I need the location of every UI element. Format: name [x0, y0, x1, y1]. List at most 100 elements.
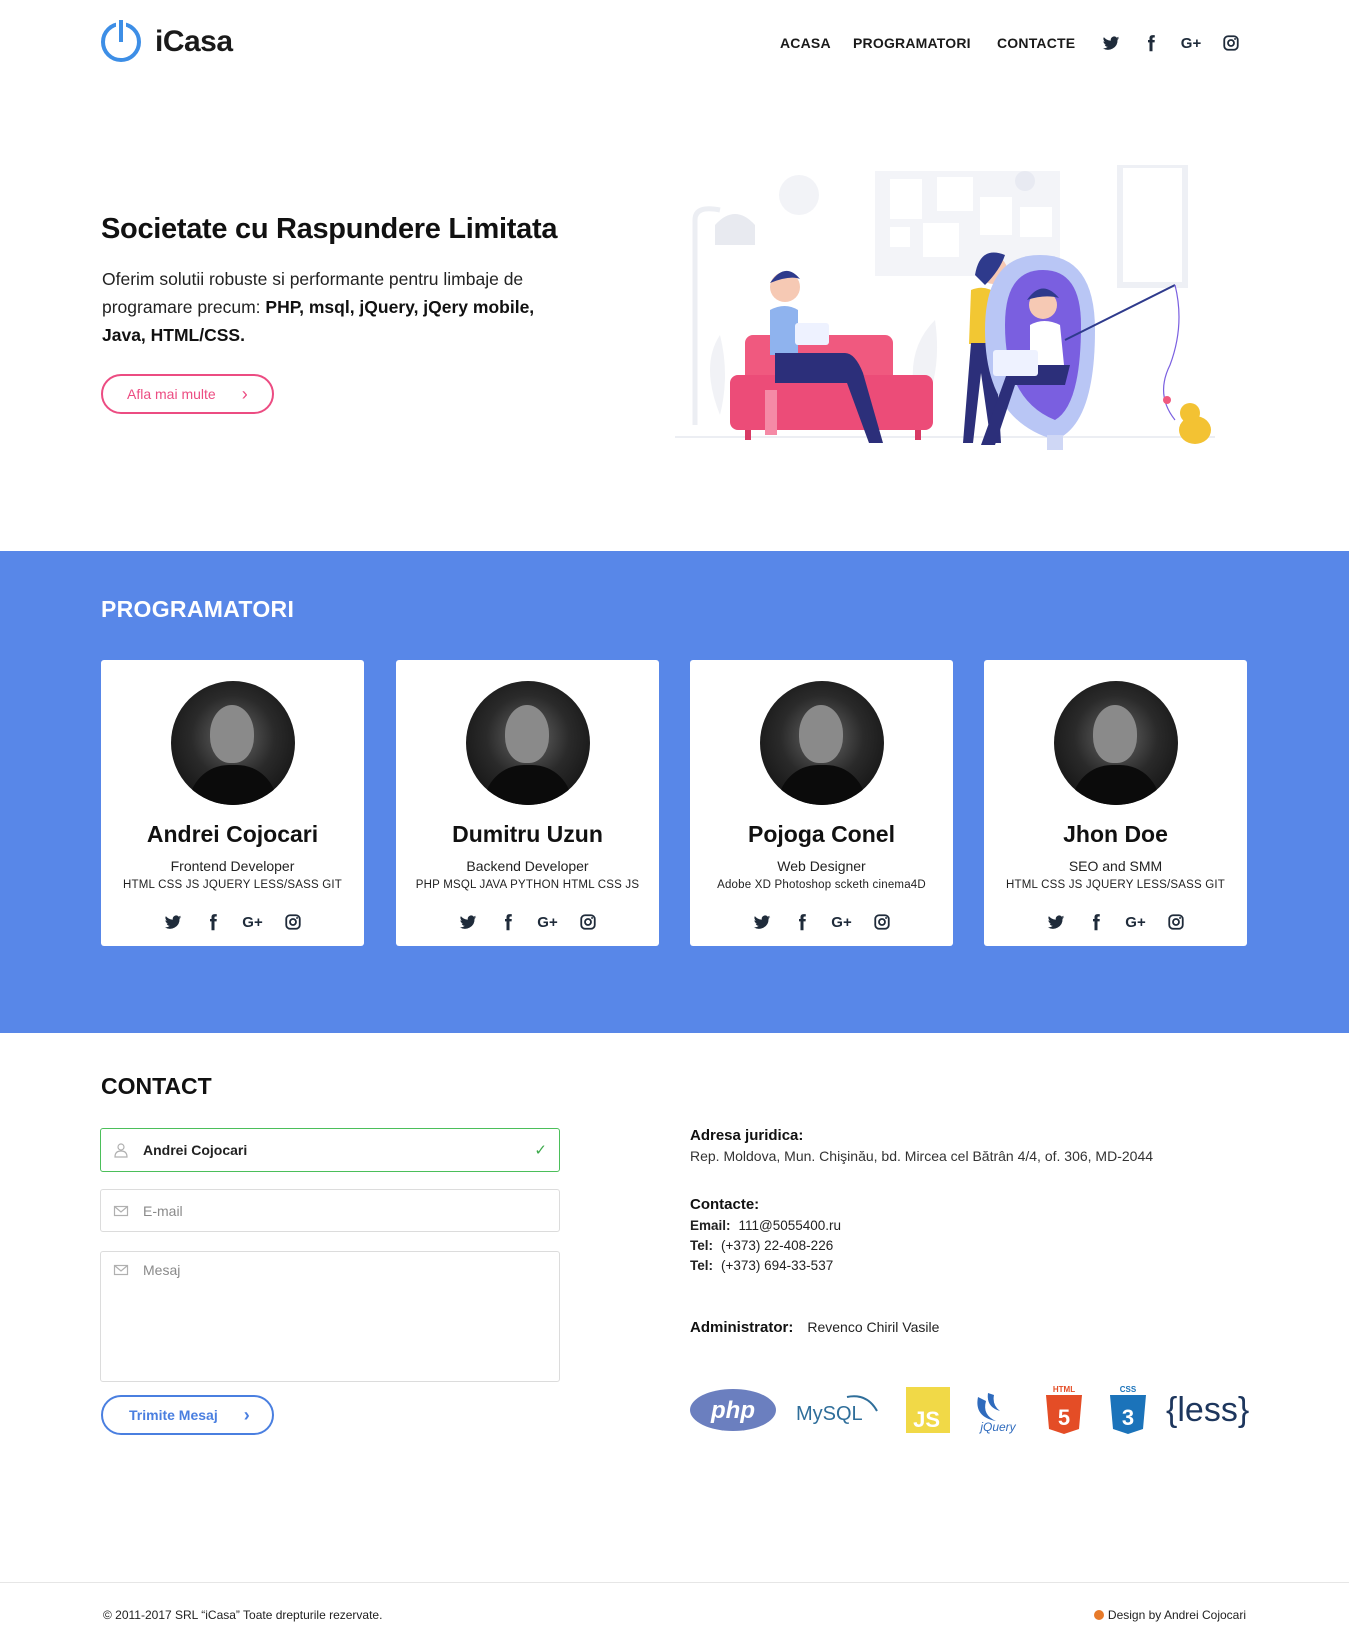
hero-illustration	[675, 165, 1215, 450]
less-logo: {less}	[1166, 1391, 1249, 1429]
facebook-icon[interactable]	[497, 911, 519, 933]
send-message-button[interactable]: Trimite Mesaj ›	[101, 1395, 274, 1435]
member-name: Andrei Cojocari	[146, 821, 319, 847]
email-row: Email: 111@5055400.ru	[690, 1218, 842, 1233]
facebook-icon[interactable]	[1140, 32, 1162, 54]
member-social: G+	[396, 911, 659, 933]
avatar	[759, 681, 884, 805]
team-card: Jhon Doe SEO and SMM HTML CSS JS JQUERY …	[984, 660, 1247, 946]
designer-credit[interactable]: Design by Andrei Cojocari	[1093, 1608, 1246, 1622]
member-name: Pojoga Conel	[748, 821, 895, 847]
member-role: SEO and SMM	[1068, 858, 1163, 874]
twitter-icon[interactable]	[1045, 911, 1067, 933]
member-skills: HTML CSS JS JQUERY LESS/SASS GIT	[1006, 879, 1225, 891]
svg-text:3: 3	[1122, 1405, 1134, 1430]
check-icon: ✓	[534, 1142, 547, 1159]
google-plus-icon[interactable]: G+	[242, 911, 264, 933]
twitter-icon[interactable]	[162, 911, 184, 933]
svg-text:CSS: CSS	[1120, 1385, 1137, 1394]
message-field	[100, 1251, 560, 1382]
team-title: PROGRAMATORI	[101, 596, 295, 622]
member-skills: Adobe XD Photoshop scketh cinema4D	[717, 879, 926, 891]
email-input[interactable]	[143, 1202, 523, 1219]
contact-title: CONTACT	[101, 1073, 212, 1099]
team-card: Dumitru Uzun Backend Developer PHP MSQL …	[396, 660, 659, 946]
javascript-logo: JS	[906, 1387, 950, 1433]
admin-block: Administrator: Revenco Chiril Vasile	[690, 1319, 939, 1336]
hero-title: Societate cu Raspundere Limitata	[101, 213, 558, 245]
name-field: ✓	[100, 1128, 560, 1172]
logo[interactable]: iCasa	[101, 20, 233, 62]
twitter-icon[interactable]	[457, 911, 479, 933]
admin-name: Revenco Chiril Vasile	[807, 1319, 940, 1335]
copyright: © 2011-2017 SRL “iCasa” Toate drepturile…	[103, 1608, 383, 1622]
nav-acasa[interactable]: ACASA	[780, 35, 831, 51]
contacts-label: Contacte:	[690, 1196, 760, 1213]
instagram-icon[interactable]	[1220, 32, 1242, 54]
svg-text:{less}: {less}	[1166, 1391, 1249, 1429]
team-section: PROGRAMATORI Andrei Cojocari Frontend De…	[0, 551, 1349, 1033]
chevron-right-icon: ›	[243, 1405, 250, 1425]
header-social: G+	[1100, 32, 1242, 54]
team-card: Pojoga Conel Web Designer Adobe XD Photo…	[690, 660, 953, 946]
html5-logo: HTML 5	[1046, 1385, 1082, 1434]
envelope-icon	[113, 1262, 129, 1278]
svg-text:5: 5	[1058, 1405, 1070, 1430]
email-link[interactable]: 111@5055400.ru	[739, 1218, 842, 1233]
designer-credit-label: Design by Andrei Cojocari	[1107, 1608, 1246, 1622]
address-text: Rep. Moldova, Mun. Chişinău, bd. Mircea …	[690, 1148, 1154, 1164]
google-plus-icon[interactable]: G+	[1125, 911, 1147, 933]
member-role: Web Designer	[777, 858, 866, 874]
instagram-icon[interactable]	[1165, 911, 1187, 933]
email-field	[100, 1189, 560, 1232]
message-input[interactable]	[143, 1262, 523, 1372]
hero-description: Oferim solutii robuste si performante pe…	[102, 265, 562, 349]
avatar	[465, 681, 590, 805]
learn-more-button[interactable]: Afla mai multe ›	[101, 374, 274, 414]
member-name: Jhon Doe	[1063, 821, 1168, 847]
admin-label: Administrator:	[690, 1319, 794, 1336]
phone-1[interactable]: (+373) 22-408-226	[721, 1238, 833, 1253]
facebook-icon[interactable]	[202, 911, 224, 933]
facebook-icon[interactable]	[791, 911, 813, 933]
css3-logo: CSS 3	[1110, 1385, 1146, 1434]
member-skills: HTML CSS JS JQUERY LESS/SASS GIT	[123, 879, 342, 891]
svg-text:jQuery: jQuery	[978, 1420, 1016, 1434]
instagram-icon[interactable]	[282, 911, 304, 933]
contacts-block: Contacte: Email: 111@5055400.ru Tel: (+373…	[690, 1196, 841, 1273]
address-label: Adresa juridica:	[690, 1127, 804, 1144]
svg-text:MySQL: MySQL	[796, 1403, 863, 1425]
nav-programatori[interactable]: PROGRAMATORI	[853, 35, 971, 51]
learn-more-label: Afla mai multe	[127, 386, 216, 402]
google-plus-icon[interactable]: G+	[537, 911, 559, 933]
instagram-icon[interactable]	[577, 911, 599, 933]
instagram-icon[interactable]	[871, 911, 893, 933]
member-skills: PHP MSQL JAVA PYTHON HTML CSS JS	[415, 879, 640, 891]
site-header: iCasa ACASA PROGRAMATORI CONTACTE G+	[0, 0, 1349, 92]
svg-text:HTML: HTML	[1053, 1385, 1075, 1394]
member-social: G+	[984, 911, 1247, 933]
avatar	[1053, 681, 1178, 805]
designer-logo-icon	[1093, 1610, 1104, 1620]
nav-contacte[interactable]: CONTACTE	[997, 35, 1075, 51]
google-plus-icon[interactable]: G+	[831, 911, 853, 933]
svg-text:php: php	[710, 1397, 755, 1424]
google-plus-icon[interactable]: G+	[1180, 32, 1202, 54]
facebook-icon[interactable]	[1085, 911, 1107, 933]
php-logo: php	[690, 1389, 776, 1431]
twitter-icon[interactable]	[1100, 32, 1122, 54]
twitter-icon[interactable]	[751, 911, 773, 933]
mysql-logo: MySQL	[796, 1395, 878, 1425]
phone-2[interactable]: (+373) 694-33-537	[721, 1258, 833, 1273]
envelope-icon	[113, 1203, 129, 1219]
power-logo-icon	[101, 20, 141, 62]
user-icon	[113, 1142, 129, 1158]
footer-divider	[0, 1582, 1349, 1583]
team-card: Andrei Cojocari Frontend Developer HTML …	[101, 660, 364, 946]
jquery-logo: jQuery	[977, 1393, 1017, 1434]
name-input[interactable]	[143, 1142, 523, 1158]
avatar	[170, 681, 295, 805]
member-social: G+	[690, 911, 953, 933]
phone-row: Tel: (+373) 694-33-537	[690, 1258, 834, 1273]
send-message-label: Trimite Mesaj	[129, 1407, 218, 1423]
